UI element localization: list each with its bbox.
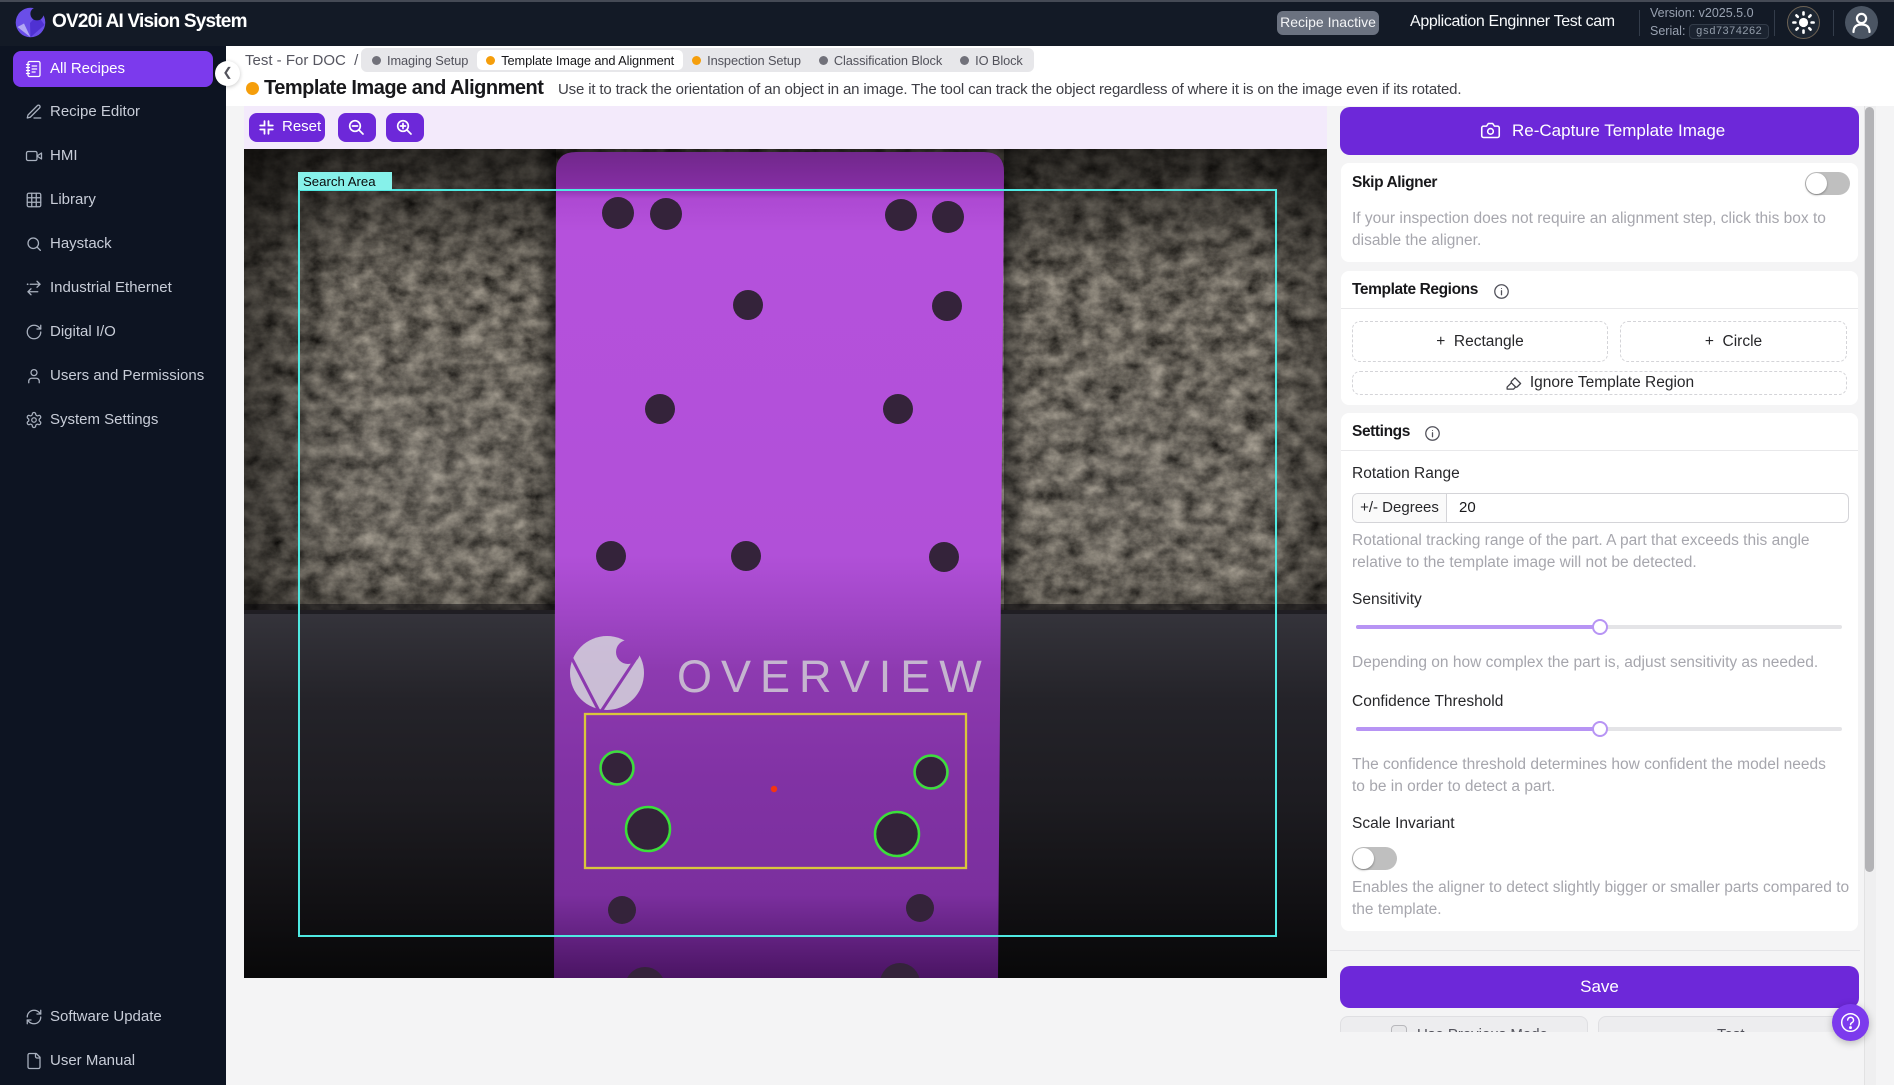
svg-text:Search Area: Search Area bbox=[303, 174, 376, 189]
svg-text:OVERVIEW: OVERVIEW bbox=[677, 651, 991, 702]
